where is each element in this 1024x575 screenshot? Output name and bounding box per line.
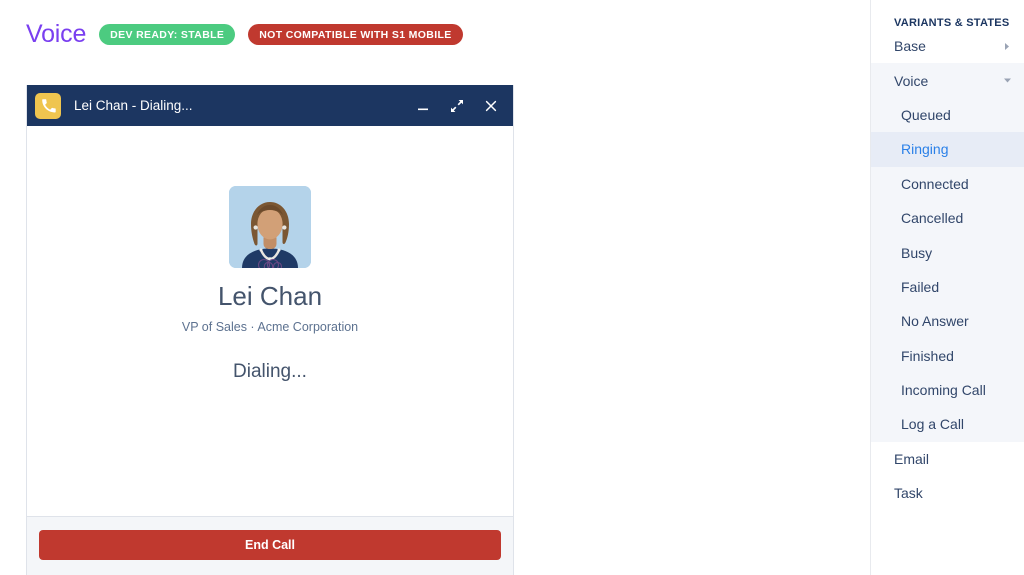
sidebar-item-log-a-call[interactable]: Log a Call	[871, 407, 1024, 441]
call-status: Dialing...	[233, 360, 307, 382]
sidebar-item-failed[interactable]: Failed	[871, 270, 1024, 304]
end-call-button[interactable]: End Call	[39, 530, 501, 560]
call-window: Lei Chan - Dialing... Lei Chan VP of Sal…	[26, 85, 514, 575]
sidebar-item-label: Log a Call	[901, 416, 965, 433]
sidebar-item-label: Email	[894, 450, 930, 467]
chevron-down-icon	[1002, 76, 1012, 86]
sidebar-item-voice[interactable]: Voice	[871, 63, 1024, 97]
sidebar-list: Base Voice Queued Ringing Connected Cancelled…	[871, 29, 1024, 510]
sidebar-item-cancelled[interactable]: Cancelled	[871, 201, 1024, 235]
sidebar-item-label: Connected	[901, 175, 969, 192]
chevron-right-icon	[1002, 41, 1012, 51]
call-window-title: Lei Chan - Dialing...	[74, 98, 193, 113]
sidebar-item-label: Cancelled	[901, 210, 964, 227]
page-title: Voice	[26, 20, 87, 48]
sidebar-item-queued[interactable]: Queued	[871, 98, 1024, 132]
sidebar-item-label: Busy	[901, 244, 933, 261]
call-window-footer: End Call	[27, 516, 513, 575]
sidebar-item-label: Finished	[901, 347, 954, 364]
sidebar-item-ringing[interactable]: Ringing	[871, 132, 1024, 167]
sidebar-item-busy[interactable]: Busy	[871, 235, 1024, 269]
page-header: Voice DEV READY: STABLE NOT COMPATIBLE W…	[26, 22, 463, 47]
variants-sidebar: VARIANTS & STATES Base Voice Queued Ringing…	[870, 0, 1024, 575]
sidebar-item-connected[interactable]: Connected	[871, 167, 1024, 201]
contact-meta: VP of Sales · Acme Corporation	[181, 319, 359, 334]
sidebar-item-no-answer[interactable]: No Answer	[871, 304, 1024, 338]
sidebar-item-task[interactable]: Task	[871, 476, 1024, 510]
sidebar-item-email[interactable]: Email	[871, 442, 1024, 476]
sidebar-item-incoming-call[interactable]: Incoming Call	[871, 373, 1024, 407]
sidebar-item-label: Ringing	[901, 141, 949, 158]
status-badge-dev-ready: DEV READY: STABLE	[99, 24, 236, 45]
status-badge-incompatible: NOT COMPATIBLE WITH S1 MOBILE	[248, 24, 463, 45]
call-window-body: Lei Chan VP of Sales · Acme Corporation …	[27, 126, 513, 516]
sidebar-item-label: Base	[894, 38, 926, 55]
avatar	[229, 186, 311, 268]
window-controls	[415, 98, 499, 114]
sidebar-item-label: Task	[894, 485, 923, 502]
sidebar-item-label: Voice	[894, 72, 929, 89]
close-icon[interactable]	[483, 98, 499, 114]
sidebar-group-base: Base	[871, 29, 1024, 63]
expand-icon[interactable]	[449, 98, 465, 114]
sidebar-group-email: Email	[871, 442, 1024, 476]
contact-name: Lei Chan	[217, 281, 323, 311]
sidebar-item-finished[interactable]: Finished	[871, 339, 1024, 373]
sidebar-heading: VARIANTS & STATES	[894, 17, 1010, 29]
sidebar-item-label: Failed	[901, 278, 940, 295]
app-root: Voice DEV READY: STABLE NOT COMPATIBLE W…	[0, 0, 1024, 575]
sidebar-item-label: No Answer	[901, 313, 969, 330]
minimize-icon[interactable]	[415, 98, 431, 114]
sidebar-item-label: Queued	[901, 106, 951, 123]
sidebar-group-task: Task	[871, 476, 1024, 510]
sidebar-item-base[interactable]: Base	[871, 29, 1024, 63]
sidebar-item-label: Incoming Call	[901, 382, 986, 399]
sidebar-group-voice: Voice Queued Ringing Connected Cancelled Busy…	[871, 63, 1024, 442]
phone-icon	[35, 92, 61, 119]
call-window-titlebar: Lei Chan - Dialing...	[27, 85, 513, 126]
